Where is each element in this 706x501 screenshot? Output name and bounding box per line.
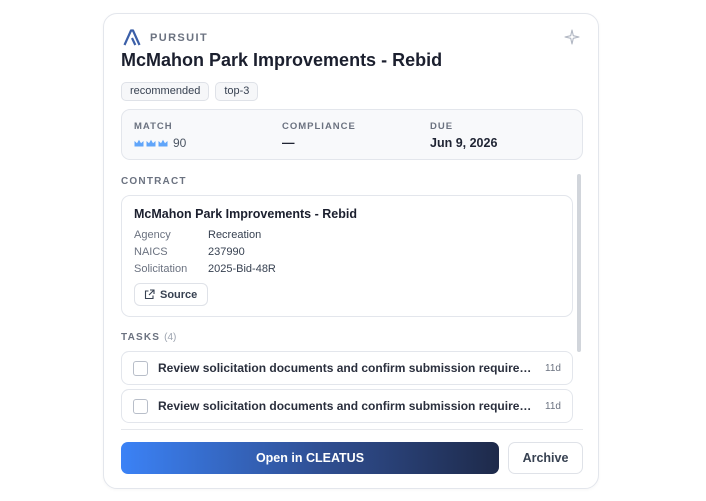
- stats-panel: MATCH 90 COMPLIANCE — DUE Jun 9, 2026: [121, 109, 583, 160]
- match-score: 90: [173, 136, 187, 150]
- task-due: 11d: [545, 400, 561, 412]
- scrollbar-thumb[interactable]: [577, 174, 581, 352]
- compliance-label: COMPLIANCE: [282, 121, 356, 132]
- contract-field-agency: Agency Recreation: [134, 229, 262, 241]
- crown-icon: [158, 139, 168, 147]
- due-label: DUE: [430, 121, 454, 132]
- brand: PURSUIT: [123, 29, 208, 46]
- contract-field-solicitation: Solicitation 2025-Bid-48R: [134, 263, 276, 275]
- contract-section-label: CONTRACT: [121, 176, 187, 187]
- tag-recommended: recommended: [121, 82, 210, 101]
- task-checkbox[interactable]: [133, 360, 148, 376]
- open-in-cleatus-button[interactable]: Open in CLEATUS: [121, 442, 499, 474]
- contract-panel: McMahon Park Improvements - Rebid Agency…: [121, 195, 573, 317]
- source-button[interactable]: Source: [134, 283, 209, 306]
- pursuit-title: McMahon Park Improvements - Rebid: [121, 50, 443, 70]
- task-checkbox[interactable]: [133, 398, 148, 414]
- task-text: Review solicitation documents and confir…: [158, 399, 533, 413]
- task-item[interactable]: Review solicitation documents and confir…: [121, 351, 573, 385]
- tag-list: recommended top-3: [121, 82, 259, 101]
- contract-title: McMahon Park Improvements - Rebid: [134, 207, 357, 221]
- task-due: 11d: [545, 362, 561, 374]
- stat-due: DUE Jun 9, 2026: [430, 121, 497, 150]
- match-label: MATCH: [134, 121, 173, 132]
- archive-button[interactable]: Archive: [508, 442, 583, 474]
- card-scroll-area[interactable]: CONTRACT McMahon Park Improvements - Reb…: [104, 171, 598, 429]
- source-label: Source: [160, 288, 198, 301]
- tasks-section-label: TASKS (4): [121, 332, 177, 343]
- stat-compliance: COMPLIANCE —: [282, 121, 356, 150]
- task-item[interactable]: Review solicitation documents and confir…: [121, 389, 573, 423]
- contract-field-naics: NAICS 237990: [134, 246, 245, 258]
- compliance-value: —: [282, 136, 295, 150]
- tag-top-3: top-3: [215, 82, 259, 101]
- brand-label: PURSUIT: [150, 31, 209, 44]
- crown-icon: [146, 139, 156, 147]
- crown-icon: [134, 139, 144, 147]
- sparkle-icon[interactable]: [564, 29, 580, 45]
- pursuit-card: PURSUIT McMahon Park Improvements - Rebi…: [103, 13, 599, 489]
- stat-match: MATCH 90: [134, 121, 186, 150]
- arrow-a-logo-icon: [123, 29, 141, 46]
- match-crowns: [134, 139, 168, 147]
- task-text: Review solicitation documents and confir…: [158, 361, 533, 375]
- due-date: Jun 9, 2026: [430, 136, 498, 150]
- tasks-count: (4): [164, 332, 177, 343]
- external-link-icon: [144, 289, 155, 300]
- footer-divider: [121, 429, 583, 430]
